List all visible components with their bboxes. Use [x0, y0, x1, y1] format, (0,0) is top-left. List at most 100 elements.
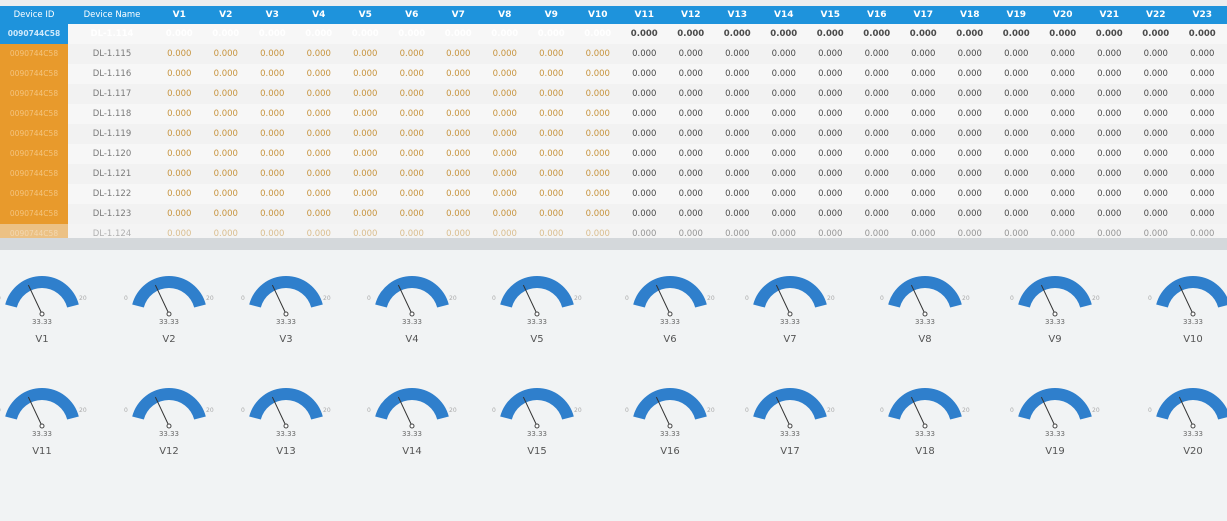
- value-cell: 0.000: [492, 89, 517, 99]
- value-cell: 0.000: [818, 89, 843, 99]
- value-cell: 0.000: [353, 89, 378, 99]
- value-cell: 0.000: [492, 149, 517, 159]
- column-header[interactable]: V11: [621, 6, 668, 24]
- table-row[interactable]: 0090744C58 DL-1.118 0.000 0.000 0.000 0.000 0.…: [0, 104, 1227, 124]
- gauge-pivot: [667, 311, 673, 317]
- value-cell: 0.000: [957, 229, 982, 238]
- column-header[interactable]: V1: [156, 6, 203, 24]
- value-cell: 0.000: [446, 209, 471, 219]
- column-header[interactable]: V10: [575, 6, 622, 24]
- gauge-pivot: [166, 311, 172, 317]
- gauge-pivot: [39, 311, 45, 317]
- column-header[interactable]: V14: [761, 6, 808, 24]
- column-header[interactable]: V17: [900, 6, 947, 24]
- column-header[interactable]: V4: [296, 6, 343, 24]
- value-cell: 0.000: [864, 49, 889, 59]
- value-cell: 0.000: [1190, 49, 1215, 59]
- gauge-arc: [1156, 275, 1227, 308]
- value-cell: 0.000: [725, 89, 750, 99]
- table-row[interactable]: 0090744C58 DL-1.116 0.000 0.000 0.000 0.000 0.…: [0, 64, 1227, 84]
- gauge-v14: 0 20 33.33 V14: [362, 386, 462, 458]
- column-header[interactable]: V21: [1086, 6, 1133, 24]
- gauge-v20: 02033.33 V20: [1143, 386, 1227, 458]
- value-cell: 0.000: [167, 49, 192, 59]
- gauge-min-label: 0: [124, 407, 128, 414]
- value-cell: 0.000: [771, 69, 796, 79]
- column-header[interactable]: Device Name: [68, 6, 156, 24]
- column-header[interactable]: V19: [993, 6, 1040, 24]
- gauge-label: V11: [32, 446, 52, 457]
- table-row[interactable]: 0090744C58 DL-1.124 0.000 0.000 0.000 0.000 0.…: [0, 224, 1227, 238]
- gauge-v5: 0 20 33.33 V5: [487, 274, 587, 346]
- value-cell: 0.000: [956, 29, 984, 39]
- value-cell: 0.000: [1097, 229, 1122, 238]
- gauge-v10: 02033.33 V10: [1143, 274, 1227, 346]
- column-header[interactable]: V22: [1133, 6, 1180, 24]
- column-header[interactable]: V13: [714, 6, 761, 24]
- table-row[interactable]: 0090744C58 DL-1.115 0.000 0.000 0.000 0.000 0.…: [0, 44, 1227, 64]
- column-header[interactable]: V3: [249, 6, 296, 24]
- gauge-label: V12: [159, 446, 179, 457]
- value-cell: 0.000: [305, 29, 333, 39]
- column-header[interactable]: V5: [342, 6, 389, 24]
- gauge-min-label: 0: [492, 295, 496, 302]
- value-cell: 0.000: [911, 89, 936, 99]
- gauge-v8: 0 20 33.33 V8: [875, 274, 975, 346]
- value-cell: 0.000: [1050, 89, 1075, 99]
- value-cell: 0.000: [632, 109, 657, 119]
- column-header[interactable]: V16: [854, 6, 901, 24]
- value-cell: 0.000: [818, 209, 843, 219]
- value-cell: 0.000: [1004, 169, 1029, 179]
- column-header[interactable]: V23: [1179, 6, 1226, 24]
- table-row[interactable]: 0090744C58 DL-1.119 0.000 0.000 0.000 0.000 0.…: [0, 124, 1227, 144]
- gauge-min-label: 0: [1148, 295, 1152, 302]
- value-cell: 0.000: [771, 49, 796, 59]
- gauge-dial: 0 20: [880, 276, 970, 317]
- table-row[interactable]: 0090744C58 DL-1.120 0.000 0.000 0.000 0.000 0.…: [0, 144, 1227, 164]
- value-cell: 0.000: [585, 49, 610, 59]
- table-row[interactable]: 0090744C58 DL-1.117 0.000 0.000 0.000 0.000 0.…: [0, 84, 1227, 104]
- gauge-max-label: 20: [323, 295, 331, 302]
- gauge-max-label: 20: [574, 295, 582, 302]
- value-cell: 0.000: [213, 189, 238, 199]
- value-cell: 0.000: [911, 229, 936, 238]
- gauge-panel: 02033.33V102033.33V202033.33V302033.33V4…: [0, 250, 1227, 521]
- column-header[interactable]: V6: [389, 6, 436, 24]
- gauge-v3: 0 20 33.33 V3: [236, 274, 336, 346]
- value-cell: 0.000: [351, 29, 379, 39]
- value-cell: 0.000: [399, 49, 424, 59]
- table-row[interactable]: 0090744C58 DL-1.123 0.000 0.000 0.000 0.000 0.…: [0, 204, 1227, 224]
- gauge-value: 33.33: [779, 430, 801, 438]
- value-cell: 0.000: [1004, 189, 1029, 199]
- value-cell: 0.000: [260, 169, 285, 179]
- gauge-label: V18: [915, 446, 935, 457]
- gauge-needle: [27, 284, 43, 315]
- column-header[interactable]: V15: [807, 6, 854, 24]
- value-cell: 0.000: [957, 209, 982, 219]
- column-header[interactable]: V8: [482, 6, 529, 24]
- value-cell: 0.000: [1050, 209, 1075, 219]
- table-row[interactable]: 0090744C58 DL-1.114 0.000 0.000 0.000 0.000 0.…: [0, 24, 1227, 44]
- table-row[interactable]: 0090744C58 DL-1.122 0.000 0.000 0.000 0.000 0.…: [0, 184, 1227, 204]
- column-header[interactable]: V9: [528, 6, 575, 24]
- device-data-table[interactable]: Device ID Device Name V1 V2 V3 V4 V5 V6 V7 V8 V9 V1…: [0, 6, 1227, 238]
- gauge-label: V1: [35, 334, 49, 345]
- table-row[interactable]: 0090744C58 DL-1.121 0.000 0.000 0.000 0.000 0.…: [0, 164, 1227, 184]
- column-header[interactable]: V20: [1040, 6, 1087, 24]
- value-cell: 0.000: [1097, 149, 1122, 159]
- column-header[interactable]: Device ID: [0, 6, 68, 24]
- gauge-dial: 0 20: [625, 276, 715, 317]
- column-header[interactable]: V18: [947, 6, 994, 24]
- value-cell: 0.000: [260, 129, 285, 139]
- value-cell: 0.000: [260, 209, 285, 219]
- value-cell: 0.000: [1143, 209, 1168, 219]
- column-header[interactable]: V12: [668, 6, 715, 24]
- value-cell: 0.000: [771, 149, 796, 159]
- column-header[interactable]: V7: [435, 6, 482, 24]
- gauge-value: 33.33: [526, 318, 548, 326]
- value-cell: 0.000: [678, 169, 703, 179]
- gauge-arc: [5, 388, 79, 420]
- column-header[interactable]: V2: [203, 6, 250, 24]
- value-cell: 0.000: [818, 69, 843, 79]
- value-cell: 0.000: [864, 209, 889, 219]
